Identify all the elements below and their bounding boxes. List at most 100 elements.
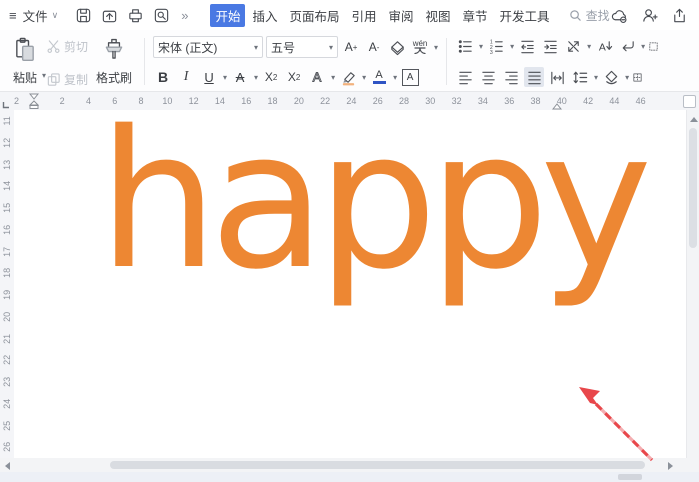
window-actions: ⋮ (610, 7, 699, 24)
shading-caret-icon[interactable]: ▾ (625, 73, 629, 82)
copy-button[interactable]: 复制 (46, 71, 88, 88)
highlight-caret-icon[interactable]: ▾ (362, 73, 366, 82)
format-painter-button[interactable]: 格式刷 (92, 36, 136, 87)
align-right-button[interactable] (501, 67, 521, 87)
underline-caret-icon[interactable]: ▾ (223, 73, 227, 82)
font-size-select[interactable]: 五号 ▾ (266, 36, 339, 58)
align-left-icon (458, 71, 472, 84)
highlight-button[interactable] (338, 67, 358, 87)
search-box[interactable]: 查找 (569, 7, 610, 24)
copy-icon (47, 73, 60, 86)
print-icon[interactable] (127, 7, 144, 24)
ruler-number: 6 (112, 96, 118, 106)
bullet-list-button[interactable] (455, 36, 475, 56)
ruler-number: 44 (609, 96, 620, 106)
ribbon-tab[interactable]: 引用 (346, 4, 381, 27)
clear-format-button[interactable] (387, 37, 407, 57)
align-left-button[interactable] (455, 67, 475, 87)
increase-indent-button[interactable] (540, 36, 560, 56)
decrease-indent-button[interactable] (517, 36, 537, 56)
font-color-button[interactable]: A (369, 67, 389, 87)
line-spacing-button[interactable] (570, 67, 590, 87)
numbered-list-caret-icon[interactable]: ▾ (510, 42, 514, 51)
horizontal-scrollbar[interactable] (0, 458, 699, 472)
print-preview-icon[interactable] (153, 7, 170, 24)
ruler-toggle-icon[interactable] (683, 95, 696, 108)
line-spacing-caret-icon[interactable]: ▾ (594, 73, 598, 82)
italic-button[interactable]: I (176, 67, 196, 87)
font-name-value: 宋体 (正文) (158, 40, 218, 55)
wrap-caret-icon[interactable]: ▾ (641, 42, 645, 51)
justify-button[interactable] (524, 67, 545, 87)
export-icon[interactable] (101, 7, 118, 24)
ruler-number: 46 (635, 96, 646, 106)
scroll-up-icon[interactable] (690, 117, 698, 122)
horizontal-ruler[interactable]: 2 2 4 6 8 10 12 14 16 18 20 22 24 26 28 30 32 34 36 38 40 42… (0, 92, 699, 110)
ribbon-tabs: 开始 插入 页面布局 引用 审阅 视图 章节 开发工具 (210, 3, 555, 27)
numbered-list-button[interactable]: 123 (486, 36, 506, 56)
ribbon-tab[interactable]: 页面布局 (284, 4, 344, 27)
ribbon-tab[interactable]: 审阅 (384, 4, 419, 27)
increase-font-button[interactable]: A + (341, 37, 361, 57)
ruler-number: 32 (451, 96, 462, 106)
text-effects-caret-icon[interactable]: ▾ (331, 73, 335, 82)
clipboard-group: 粘贴 ▾ 剪切 复制 格式刷 (6, 34, 138, 89)
font-color-caret-icon[interactable]: ▾ (393, 73, 397, 82)
ruler-number: 24 (346, 96, 357, 106)
document-text[interactable]: happy (98, 110, 653, 305)
share-icon[interactable] (671, 7, 688, 24)
text-direction-button[interactable]: A (594, 36, 614, 56)
decrease-font-button[interactable]: A- (364, 37, 384, 57)
save-icon[interactable] (75, 7, 92, 24)
file-menu[interactable]: 文件 ∨ (23, 6, 59, 25)
strikethrough-caret-icon[interactable]: ▾ (254, 73, 258, 82)
document-page[interactable]: happy (14, 110, 686, 458)
add-collaborator-icon[interactable] (641, 7, 659, 24)
vertical-scroll-thumb[interactable] (689, 128, 697, 248)
font-color-letter: A (375, 69, 383, 81)
horizontal-scroll-thumb[interactable] (110, 461, 645, 469)
clipboard-icon (16, 37, 34, 62)
vertical-ruler[interactable]: 11 12 13 14 15 16 17 18 19 20 21 22 23 24 25 26 (0, 110, 14, 458)
ribbon-tab[interactable]: 章节 (458, 4, 493, 27)
subscript-button[interactable]: X2 (284, 67, 304, 87)
character-border-button[interactable]: A (400, 67, 420, 87)
distribute-button[interactable] (547, 67, 567, 87)
character-scale-button[interactable] (563, 36, 583, 56)
wrap-button[interactable] (617, 36, 637, 56)
shading-button[interactable] (601, 67, 621, 87)
superscript-button[interactable]: X2 (261, 67, 281, 87)
right-indent-marker[interactable] (552, 103, 562, 110)
cloud-sync-icon[interactable] (610, 7, 629, 24)
underline-button[interactable]: U (199, 67, 219, 87)
ribbon-tab[interactable]: 开发工具 (495, 4, 555, 27)
vertical-scrollbar[interactable] (686, 110, 699, 458)
ruler-number: 34 (477, 96, 488, 106)
clipped-toolbar-button[interactable] (648, 38, 659, 55)
ribbon-tab[interactable]: 插入 (247, 4, 282, 27)
ruler-number: 18 (267, 96, 278, 106)
font-name-select[interactable]: 宋体 (正文) ▾ (153, 36, 264, 58)
scroll-left-icon[interactable] (5, 462, 10, 470)
bold-button[interactable]: B (153, 67, 173, 87)
scroll-right-icon[interactable] (668, 462, 673, 470)
ruler-number: 2 (59, 96, 65, 106)
align-center-button[interactable] (478, 67, 498, 87)
character-scale-caret-icon[interactable]: ▾ (587, 42, 591, 51)
phonetic-guide-button[interactable]: wén (410, 37, 430, 57)
cut-button[interactable]: 剪切 (46, 38, 88, 55)
ribbon-tab[interactable]: 视图 (421, 4, 456, 27)
bullet-list-caret-icon[interactable]: ▾ (479, 42, 483, 51)
pinyin-caret-icon[interactable]: ▾ (434, 43, 438, 52)
clipped-border-button[interactable] (632, 69, 643, 86)
indent-marker[interactable] (29, 93, 39, 109)
strikethrough-button[interactable]: A (230, 67, 250, 87)
status-strip (0, 472, 699, 482)
font-name-caret-icon: ▾ (254, 42, 259, 52)
tab-stop-selector[interactable] (2, 101, 10, 109)
text-effects-button[interactable]: A (307, 67, 327, 87)
main-menu-icon[interactable]: ≡ (9, 8, 17, 23)
paste-button[interactable]: 粘贴 ▾ (8, 36, 46, 87)
ribbon-tab[interactable]: 开始 (210, 3, 246, 27)
more-commands-icon[interactable]: » (181, 8, 188, 23)
